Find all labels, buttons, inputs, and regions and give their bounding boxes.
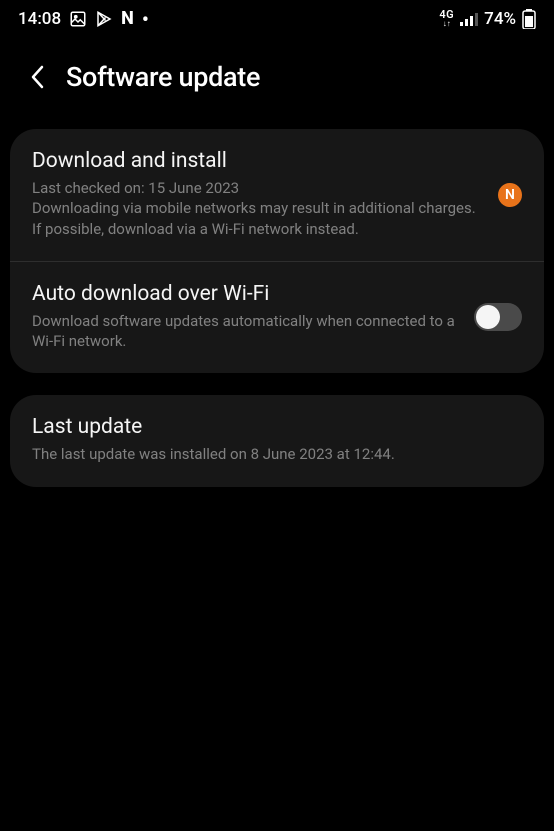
battery-percent: 74%: [484, 9, 516, 29]
settings-group-2: Last update The last update was installe…: [10, 395, 544, 486]
status-left: 14:08 N •: [18, 8, 149, 29]
notification-badge: N: [498, 183, 522, 207]
item-subtitle: The last update was installed on 8 June …: [32, 444, 522, 464]
header: Software update: [0, 37, 554, 129]
item-title: Last update: [32, 415, 522, 439]
item-subtitle: Download software updates automatically …: [32, 311, 460, 352]
item-title: Download and install: [32, 149, 482, 173]
download-and-install-item[interactable]: Download and install Last checked on: 15…: [10, 129, 544, 262]
settings-group-1: Download and install Last checked on: 15…: [10, 129, 544, 373]
item-subtitle-line2: Downloading via mobile networks may resu…: [32, 198, 482, 239]
signal-icon: [460, 12, 478, 26]
gallery-icon: [69, 10, 87, 28]
item-title: Auto download over Wi-Fi: [32, 282, 460, 306]
toggle-knob: [476, 305, 500, 329]
network-type-icon: 4G ↓↑: [439, 9, 454, 28]
netflix-icon: N: [121, 8, 134, 29]
status-bar: 14:08 N • 4G ↓↑ 74%: [0, 0, 554, 37]
last-update-item[interactable]: Last update The last update was installe…: [10, 395, 544, 486]
auto-download-item[interactable]: Auto download over Wi-Fi Download softwa…: [10, 262, 544, 374]
battery-icon: [522, 9, 536, 29]
page-title: Software update: [66, 61, 260, 93]
auto-download-toggle[interactable]: [474, 303, 522, 331]
status-right: 4G ↓↑ 74%: [439, 9, 536, 29]
play-store-icon: [95, 10, 113, 28]
item-subtitle-line1: Last checked on: 15 June 2023: [32, 178, 482, 198]
status-time: 14:08: [18, 9, 61, 29]
more-notifications-icon: •: [142, 9, 149, 29]
back-icon[interactable]: [26, 63, 48, 91]
